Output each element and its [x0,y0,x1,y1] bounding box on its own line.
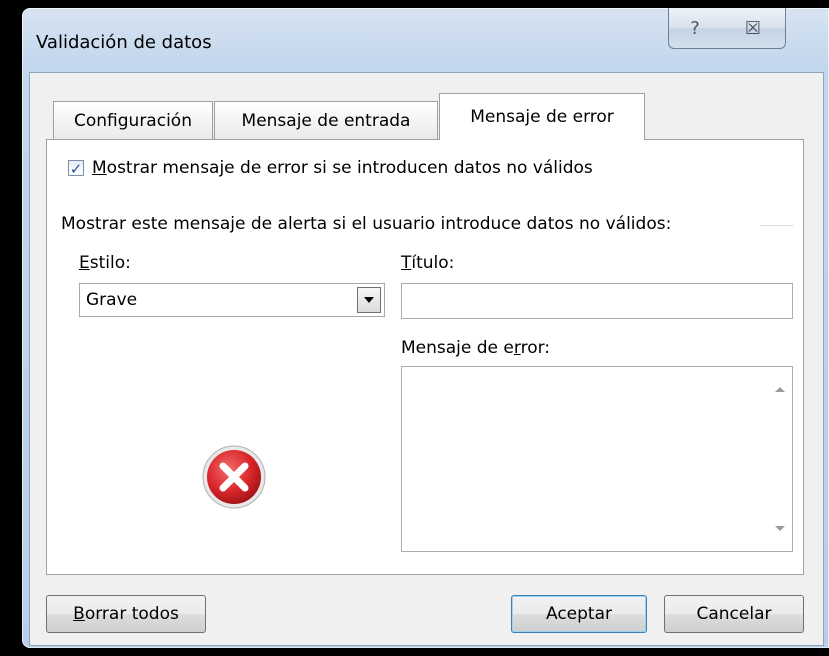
mnemonic: B [73,604,85,624]
tab-panel: ✓ Mostrar mensaje de error si se introdu… [46,139,804,575]
error-message-textarea[interactable] [401,366,793,552]
mnemonic: M [92,158,107,178]
dialog-window: Validación de datos ? ☒ Configuración Me… [22,8,829,648]
title-input[interactable] [401,283,793,319]
clear-all-button[interactable]: Borrar todos [46,595,206,633]
tab-mensaje-de-error[interactable]: Mensaje de error [439,93,645,140]
scroll-down-icon[interactable] [775,526,785,531]
mnemonic: E [79,253,90,273]
label-text: ror: [520,338,551,358]
tab-label: Configuración [74,110,192,131]
label-text: stilo: [89,253,131,273]
label-text: ítulo: [411,253,455,273]
chevron-down-icon [364,297,374,303]
show-error-checkbox-label[interactable]: Mostrar mensaje de error si se introduce… [92,158,593,178]
tab-label: Mensaje de error [470,107,614,127]
button-label: Aceptar [546,604,612,624]
group-divider [760,225,794,226]
alert-group-label: Mostrar este mensaje de alerta si el usu… [61,214,672,234]
mnemonic: T [401,253,412,273]
error-icon [202,445,266,509]
tab-label: Mensaje de entrada [241,110,411,131]
title-label: Título: [401,253,454,273]
tab-configuracion[interactable]: Configuración [53,101,213,139]
ok-button[interactable]: Aceptar [511,595,647,633]
cancel-button[interactable]: Cancelar [664,595,804,633]
label-text: ostrar mensaje de error si se introducen… [106,158,593,178]
dialog-client-area: Configuración Mensaje de entrada Mensaje… [29,72,824,646]
window-title: Validación de datos [36,32,212,53]
button-label: orrar todos [84,604,179,624]
style-dropdown[interactable]: Grave [79,283,385,317]
help-button[interactable]: ? [668,8,722,49]
close-button[interactable]: ☒ [721,8,786,49]
button-label: Cancelar [696,604,772,624]
error-message-label: Mensaje de error: [401,338,550,358]
style-label: Estilo: [79,253,131,273]
mnemonic: r [513,338,521,358]
scroll-up-icon[interactable] [775,387,785,392]
help-icon: ? [690,17,700,39]
close-icon: ☒ [744,17,762,39]
tab-mensaje-de-entrada[interactable]: Mensaje de entrada [214,101,438,139]
dropdown-button[interactable] [357,287,381,313]
label-text: Mensaje de e [401,338,514,358]
show-error-checkbox[interactable]: ✓ [68,160,84,177]
style-dropdown-value: Grave [86,290,138,310]
